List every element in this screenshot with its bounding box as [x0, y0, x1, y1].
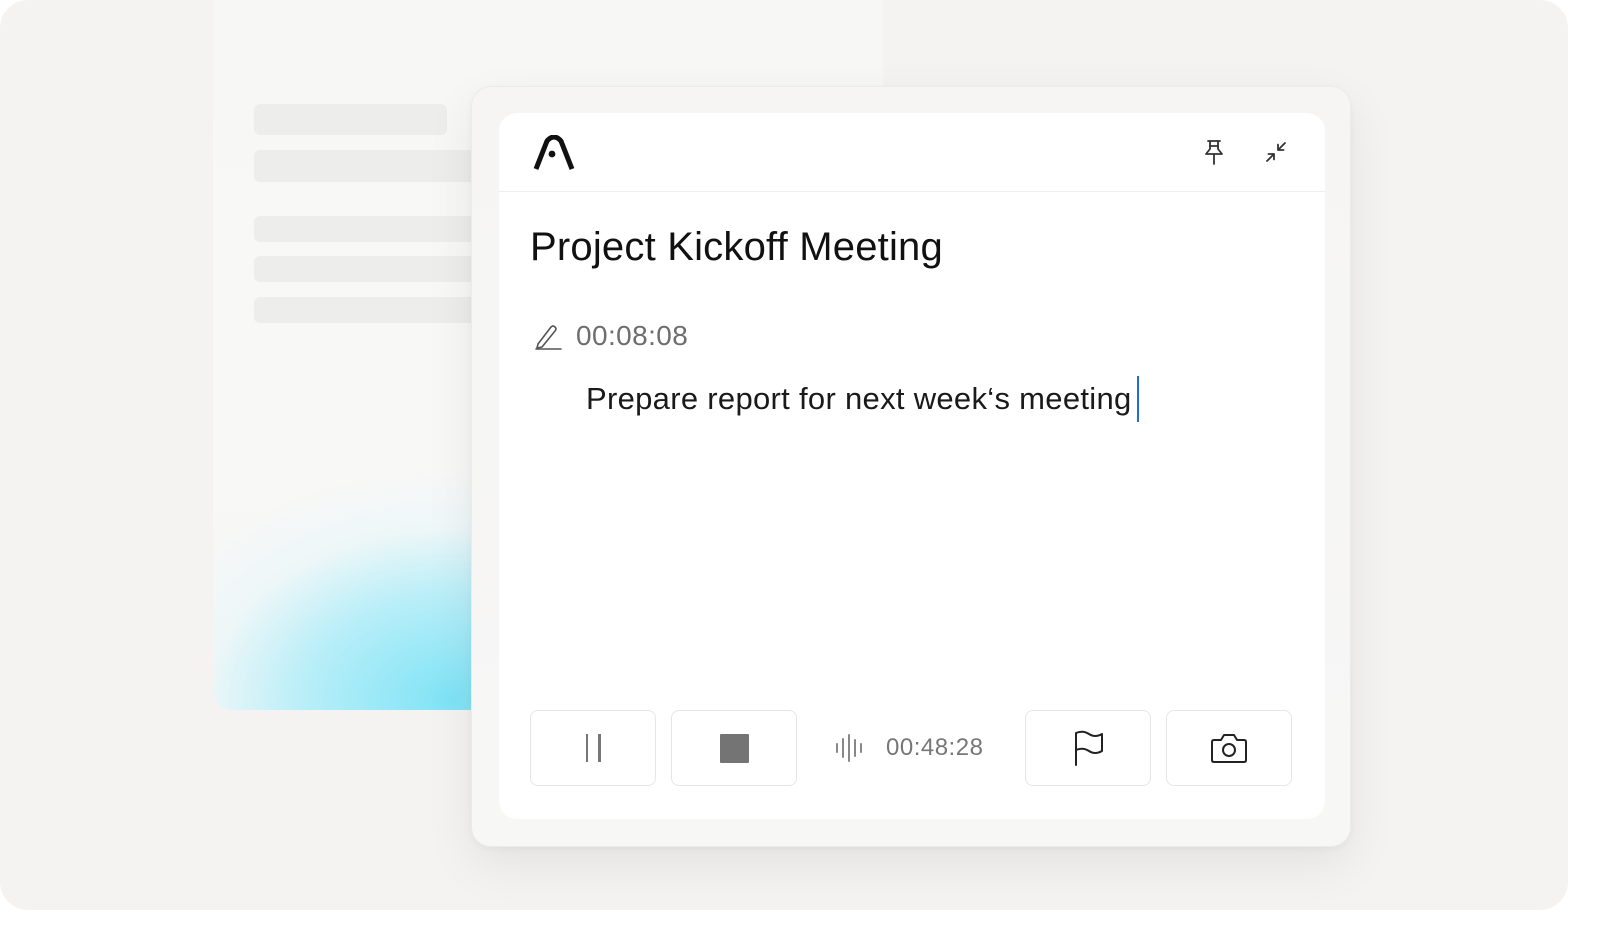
text-caret: [1136, 376, 1139, 422]
placeholder-bar: [254, 104, 447, 135]
audio-waveform-icon: [836, 734, 862, 762]
placeholder-bar: [254, 150, 484, 182]
stop-button[interactable]: [671, 710, 797, 786]
recording-status: 00:48:28: [834, 710, 983, 786]
pen-icon: [535, 325, 562, 350]
pin-button[interactable]: [1200, 138, 1228, 166]
note-timestamp-row: 00:08:08: [533, 319, 688, 353]
note-text: Prepare report for next week‘s meeting: [586, 381, 1132, 416]
floating-note-panel: Project Kickoff Meeting 00:08:08 Prepare…: [471, 86, 1351, 847]
screenshot-button[interactable]: [1166, 710, 1292, 786]
note-timestamp[interactable]: 00:08:08: [576, 320, 688, 352]
panel-header: [499, 113, 1325, 192]
flag-button[interactable]: [1025, 710, 1151, 786]
stop-icon: [719, 733, 749, 763]
note-text-editor[interactable]: Prepare report for next week‘s meeting: [586, 376, 1139, 422]
note-title[interactable]: Project Kickoff Meeting: [530, 225, 943, 270]
collapse-icon: [1266, 142, 1286, 162]
camera-icon: [1211, 734, 1247, 763]
recording-elapsed-time: 00:48:28: [886, 734, 984, 761]
app-stage: Project Kickoff Meeting 00:08:08 Prepare…: [0, 0, 1568, 910]
placeholder-bar: [254, 297, 484, 323]
note-panel-content: Project Kickoff Meeting 00:08:08 Prepare…: [499, 113, 1325, 819]
placeholder-bar: [254, 216, 484, 242]
flag-icon: [1075, 730, 1103, 766]
pause-icon: [585, 734, 601, 762]
pause-button[interactable]: [530, 710, 656, 786]
app-logo-icon: [533, 135, 575, 170]
pin-icon: [1205, 140, 1223, 165]
placeholder-bar: [254, 256, 484, 282]
collapse-button[interactable]: [1262, 138, 1290, 166]
